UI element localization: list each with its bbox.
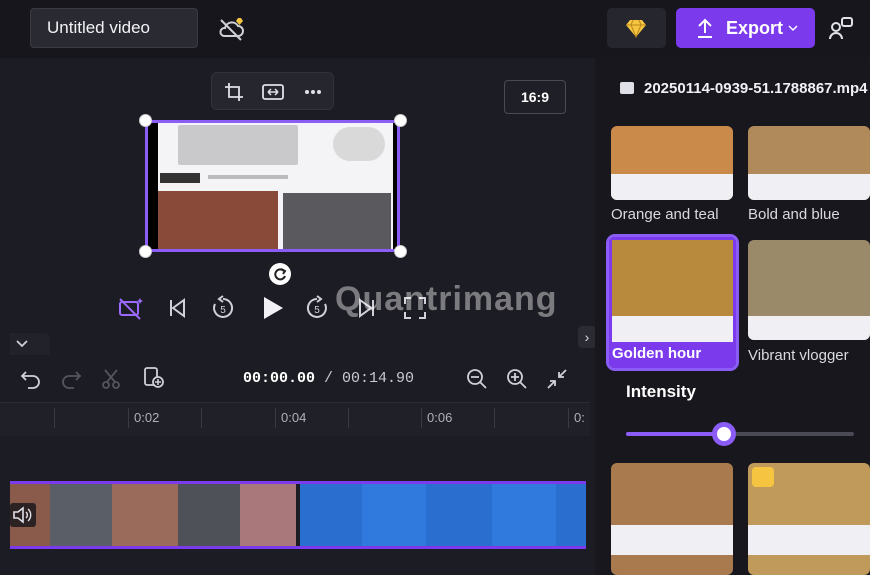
share-people-icon[interactable] (828, 16, 854, 42)
volume-icon[interactable] (10, 503, 36, 527)
collapse-timeline-button[interactable] (10, 333, 50, 355)
filter-card-lower-left[interactable] (611, 463, 733, 575)
filter-orange-and-teal[interactable] (611, 126, 733, 200)
resize-handle-bl[interactable] (139, 245, 152, 258)
export-label: Export (726, 18, 784, 38)
filter-card-lower-right[interactable] (748, 463, 870, 575)
frame-machine-image (178, 125, 298, 165)
diamond-icon (626, 19, 646, 38)
panel-collapse-handle[interactable]: › (578, 326, 596, 348)
fit-timeline-icon[interactable] (546, 368, 568, 390)
skip-back-icon[interactable] (164, 295, 190, 321)
chevron-down-icon (16, 340, 28, 348)
file-name-row: 20250114-0939-51.1788867.mp4 (620, 80, 868, 97)
filter-label: Vibrant vlogger (748, 347, 849, 364)
premium-badge-icon (752, 467, 774, 487)
filter-label: Golden hour (612, 345, 702, 362)
filter-caption-strip (611, 174, 733, 200)
aspect-ratio-button[interactable]: 16:9 (504, 80, 566, 114)
total-time: 00:14.90 (342, 370, 415, 387)
preview-toolbar (211, 72, 334, 110)
tick-mark (421, 408, 422, 428)
rewind-5s-icon[interactable]: 5 (210, 295, 236, 321)
project-title-field[interactable]: Untitled video (30, 8, 198, 48)
video-preview-frame[interactable] (145, 120, 400, 252)
intensity-label: Intensity (626, 382, 696, 401)
video-clip[interactable] (10, 481, 586, 549)
tick-mark (494, 408, 495, 428)
video-file-icon (620, 82, 634, 95)
svg-text:5: 5 (220, 305, 226, 316)
frame-bearing-image (333, 127, 385, 161)
clip-thumbnail (112, 484, 178, 546)
resize-handle-tr[interactable] (394, 114, 407, 127)
file-name: 20250114-0939-51.1788867.mp4 (644, 80, 868, 97)
filter-caption-strip (611, 525, 733, 555)
tick-mark (275, 408, 276, 428)
clip-thumbnail (426, 484, 492, 546)
premium-button[interactable] (607, 8, 666, 48)
duplicate-icon[interactable] (142, 366, 166, 390)
rotate-icon[interactable] (268, 262, 292, 286)
crop-icon[interactable] (224, 82, 244, 102)
tick-label: 0: (574, 410, 585, 425)
play-icon[interactable] (259, 295, 285, 321)
frame-screenshot-content (158, 123, 393, 249)
filter-golden-hour[interactable]: Golden hour (606, 234, 739, 371)
split-icon[interactable] (100, 368, 122, 390)
cloud-sync-off-icon[interactable] (216, 16, 248, 42)
filter-caption-strip (748, 174, 870, 200)
intensity-slider-fill (626, 432, 724, 436)
filter-label: Bold and blue (748, 206, 840, 223)
fit-icon[interactable] (262, 83, 284, 101)
frame-laptop-image (283, 193, 391, 249)
clip-thumbnail (300, 484, 362, 546)
tick-label: 0:06 (427, 410, 453, 425)
upload-icon (698, 18, 712, 38)
forward-5s-icon[interactable]: 5 (304, 295, 330, 321)
tick-mark (348, 408, 349, 428)
tick-mark (128, 408, 129, 428)
undo-icon[interactable] (20, 368, 42, 390)
export-button[interactable]: Export (676, 8, 815, 48)
frame-logo (160, 173, 200, 183)
tick-mark (201, 408, 202, 428)
current-time: 00:00.00 (243, 370, 316, 387)
clip-thumbnail (50, 484, 112, 546)
tick-mark (568, 408, 569, 428)
clip-thumbnail (492, 484, 556, 546)
zoom-out-icon[interactable] (466, 368, 488, 390)
redo-icon[interactable] (60, 368, 82, 390)
watermark: Quantrimang (335, 280, 558, 318)
more-icon[interactable] (304, 89, 322, 95)
frame-text-line (208, 175, 288, 179)
resize-handle-br[interactable] (394, 245, 407, 258)
zoom-in-icon[interactable] (506, 368, 528, 390)
tick-label: 0:02 (134, 410, 160, 425)
frame-person-image (158, 191, 278, 249)
resize-handle-tl[interactable] (139, 114, 152, 127)
filter-preview-image (612, 240, 733, 316)
time-separator: / (315, 370, 343, 387)
intensity-slider-knob[interactable] (712, 422, 736, 446)
chevron-down-icon (788, 25, 798, 32)
filter-caption-strip (612, 316, 733, 342)
clip-thumbnail (362, 484, 426, 546)
ai-camera-off-icon[interactable] (118, 295, 144, 321)
filter-vibrant-vlogger[interactable] (748, 240, 870, 340)
svg-text:5: 5 (314, 305, 320, 316)
clip-thumbnail (240, 484, 296, 546)
tick-mark (54, 408, 55, 428)
tick-label: 0:04 (281, 410, 307, 425)
clip-thumbnail (178, 484, 240, 546)
filter-caption-strip (748, 316, 870, 340)
timecode: 00:00.00 / 00:14.90 (243, 370, 414, 387)
filter-bold-and-blue[interactable] (748, 126, 870, 200)
filter-caption-strip (748, 525, 870, 555)
filter-label: Orange and teal (611, 206, 719, 223)
clip-thumbnail (556, 484, 586, 546)
